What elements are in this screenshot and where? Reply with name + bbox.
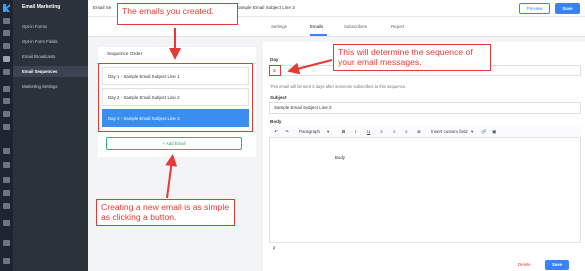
help-icon[interactable]	[3, 258, 10, 264]
logo-icon	[3, 4, 10, 12]
list-icon[interactable]	[3, 203, 10, 209]
sequence-item-selected[interactable]: Day 3 - Sample Email Subject Line 3	[102, 109, 249, 127]
breadcrumb[interactable]: Email Se	[93, 5, 111, 10]
sidebar-item-email-broadcasts[interactable]: Email Broadcasts	[13, 51, 88, 62]
sidebar-title: Email Marketing	[22, 4, 61, 10]
sitemap-icon[interactable]	[3, 111, 10, 117]
delete-link[interactable]: Delete	[518, 262, 531, 267]
breadcrumb-current: Sample Email Subject Line 3	[236, 5, 295, 10]
save-button-top[interactable]: Save	[555, 3, 580, 14]
settings-icon[interactable]	[3, 124, 10, 130]
subject-field[interactable]: Sample Email Subject Line 3	[269, 102, 581, 114]
sidebar-item-marketing-settings[interactable]: Marketing Settings	[13, 81, 88, 92]
arrow-up	[165, 154, 178, 199]
day-help-text: This email will be sent 3 days after som…	[270, 84, 407, 89]
align-right-icon[interactable]: ≡	[405, 129, 408, 135]
align-left-icon[interactable]: ≡	[380, 129, 383, 135]
sequence-item[interactable]: Day 1 - Sample Email Subject Line 1	[102, 67, 249, 85]
users-group-icon[interactable]	[3, 86, 10, 92]
store-icon[interactable]	[3, 190, 10, 196]
tab-report[interactable]: Report	[391, 24, 404, 29]
tab-subscribers[interactable]: Subscribers	[344, 24, 367, 29]
email-icon[interactable]	[3, 30, 10, 36]
underline-icon[interactable]: U	[367, 129, 370, 135]
sequence-title: Sequence Order	[107, 52, 143, 57]
funnel-icon[interactable]	[3, 162, 10, 168]
sequence-item[interactable]: Day 2 - Sample Email Subject Line 2	[102, 88, 249, 106]
image-icon[interactable]: ▣	[492, 129, 496, 135]
day-value[interactable]: 3	[269, 65, 281, 76]
align-center-icon[interactable]: ≡	[393, 129, 396, 135]
grid-icon[interactable]	[3, 148, 10, 154]
redo-icon[interactable]: ↷	[285, 129, 289, 135]
sidebar: Email Marketing Opt-in Forms Opt-in Form…	[13, 0, 88, 271]
add-email-button[interactable]: + Add Email	[106, 137, 242, 150]
subject-label: Subject	[270, 95, 287, 100]
bold-icon[interactable]: B	[342, 129, 345, 135]
icon-rail	[0, 0, 13, 271]
chart-icon[interactable]	[3, 69, 10, 75]
preview-button[interactable]: Preview	[519, 3, 550, 14]
paragraph-select[interactable]: Paragraph	[299, 129, 320, 135]
link-icon[interactable]: 🔗	[481, 129, 487, 135]
day-label: Day	[270, 57, 279, 62]
chevron-down-icon: ▾	[471, 129, 474, 134]
home-icon[interactable]	[3, 18, 10, 24]
active-tab-indicator	[310, 34, 327, 36]
save-button[interactable]: Save	[545, 260, 569, 270]
callout-add-email: Creating a new email is as simple as cli…	[96, 199, 235, 226]
app-root: Email Marketing Opt-in Forms Opt-in Form…	[0, 0, 585, 271]
chevron-down-icon: ▾	[327, 129, 330, 134]
justify-icon[interactable]: ≣	[417, 129, 421, 135]
sequence-list: Day 1 - Sample Email Subject Line 1 Day …	[98, 63, 253, 132]
gear-icon[interactable]	[3, 240, 10, 246]
editor-statusbar	[269, 242, 581, 254]
italic-icon[interactable]: I	[355, 129, 357, 135]
image-icon[interactable]	[3, 220, 10, 226]
editor-body-text[interactable]: Body	[335, 155, 345, 160]
cart-icon[interactable]	[3, 177, 10, 183]
tab-emails[interactable]: Emails	[310, 24, 323, 29]
element-path: p	[273, 245, 276, 250]
body-label: Body	[270, 119, 282, 124]
callout-sequence-day: This will determine the sequence of your…	[333, 44, 491, 71]
email-marketing-icon[interactable]	[3, 56, 10, 62]
undo-icon[interactable]: ↶	[274, 129, 278, 135]
layers-icon[interactable]	[3, 98, 10, 104]
users-icon[interactable]	[3, 43, 10, 49]
tab-settings[interactable]: Settings	[271, 24, 287, 29]
sidebar-item-email-sequences[interactable]: Email Sequences	[13, 66, 88, 77]
callout-emails-created: The emails you created.	[117, 3, 238, 25]
custom-field-select[interactable]: Insert custom field	[431, 129, 468, 135]
sidebar-item-optin-form-fields[interactable]: Opt-in Form Fields	[13, 36, 88, 47]
sidebar-item-optin-forms[interactable]: Opt-in Forms	[13, 21, 88, 32]
rich-text-editor[interactable]	[269, 126, 581, 254]
